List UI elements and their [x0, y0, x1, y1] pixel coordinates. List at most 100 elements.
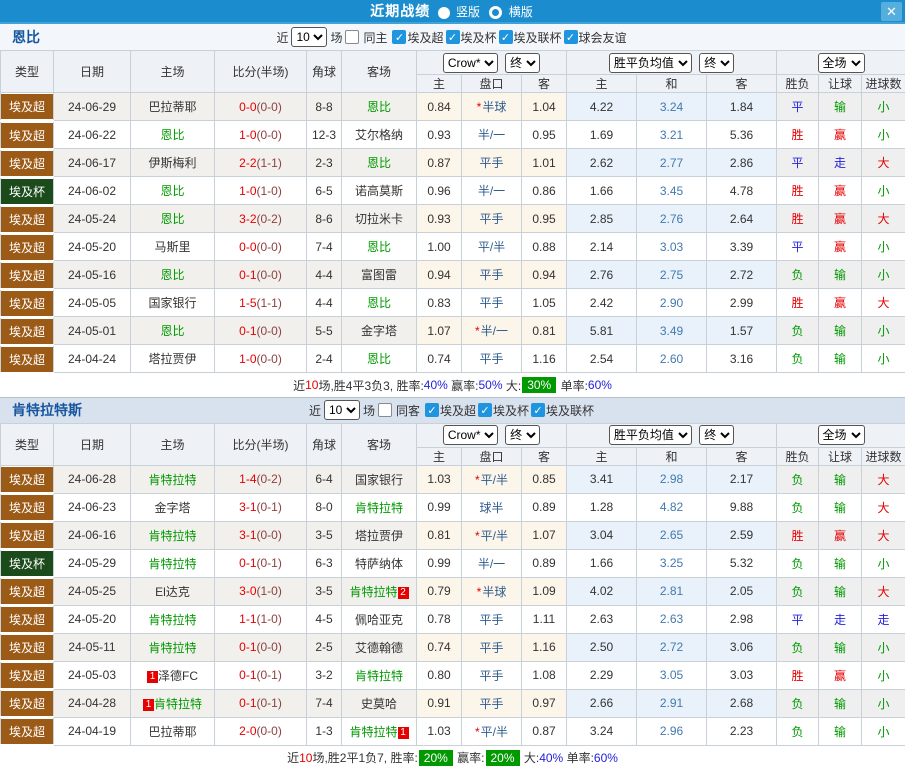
subcol-result-goals: 进球数 [862, 447, 905, 465]
away-team: 肯特拉特 [342, 493, 417, 521]
team-name: 肯特拉特斯 [12, 400, 82, 420]
league-checkbox[interactable]: ✓ [499, 30, 513, 44]
league-checkbox[interactable]: ✓ [564, 30, 578, 44]
scope-select[interactable]: 全场 [818, 425, 865, 445]
avg-home-odds: 1.69 [567, 121, 637, 149]
match-date: 24-05-25 [54, 577, 131, 605]
competition-badge: 埃及超 [1, 263, 53, 288]
rank-badge: 2 [398, 587, 409, 599]
avg-final-select[interactable]: 终 [699, 425, 734, 445]
competition-badge: 埃及超 [1, 579, 53, 604]
match-type: 埃及超 [1, 345, 54, 373]
away-team-name: 恩比 [367, 352, 391, 366]
handicap-text: 平手 [479, 613, 503, 627]
handicap-text: 半/一 [478, 128, 505, 142]
full-score: 1-1 [239, 612, 256, 626]
horizontal-layout-radio[interactable] [489, 6, 502, 19]
handicap: 平手 [462, 689, 522, 717]
subcol-result-goals: 进球数 [862, 75, 905, 93]
games-count-select[interactable]: 10 [291, 27, 327, 47]
competition-badge: 埃及超 [1, 319, 53, 344]
avg-odds-select[interactable]: 胜平负均值 [609, 53, 692, 73]
league-checkbox[interactable]: ✓ [531, 403, 545, 417]
competition-badge: 埃及超 [1, 523, 53, 548]
score: 3-1(0-0) [215, 521, 307, 549]
corners: 2-4 [307, 345, 342, 373]
result-goals: 走 [862, 605, 905, 633]
avg-odds-select[interactable]: 胜平负均值 [609, 425, 692, 445]
summary-part: 单率: [557, 377, 588, 394]
summary-part: 场,胜4平3负3, 胜率: [318, 377, 423, 394]
match-date: 24-05-29 [54, 549, 131, 577]
away-team: 恩比 [342, 289, 417, 317]
match-date: 24-05-16 [54, 261, 131, 289]
handicap-text: 半/一 [478, 557, 505, 571]
summary-part: 场,胜2平1负7, 胜率: [312, 749, 417, 766]
col-header-home: 主场 [131, 423, 215, 465]
away-team-name: 切拉米卡 [355, 212, 403, 226]
away-team: 切拉米卡 [342, 205, 417, 233]
avg-home-odds: 4.02 [567, 577, 637, 605]
odds-final-select[interactable]: 终 [505, 53, 540, 73]
match-row: 埃及超24-05-031泽德FC0-1(0-1)3-2肯特拉特0.80平手1.0… [1, 661, 905, 689]
col-header-score: 比分(半场) [215, 423, 307, 465]
corners: 8-0 [307, 493, 342, 521]
same-venue-checkbox[interactable] [345, 30, 359, 44]
subcol-odds-home: 主 [417, 75, 462, 93]
full-score: 1-0 [239, 128, 256, 142]
away-team: 金字塔 [342, 317, 417, 345]
half-score: (1-0) [257, 612, 282, 626]
odds-company-select[interactable]: Crow* [443, 425, 498, 445]
avg-home-odds: 2.42 [567, 289, 637, 317]
competition-badge: 埃及超 [1, 347, 53, 372]
league-checkbox[interactable]: ✓ [478, 403, 492, 417]
league-checkbox[interactable]: ✓ [446, 30, 460, 44]
corners: 6-4 [307, 465, 342, 493]
full-score: 1-0 [239, 184, 256, 198]
away-team: 国家银行 [342, 465, 417, 493]
handicap: 半/一 [462, 121, 522, 149]
subcol-handicap: 盘口 [462, 447, 522, 465]
home-team-name: 塔拉贾伊 [148, 352, 196, 366]
vertical-layout-label[interactable]: 竖版 [456, 5, 480, 19]
result-handicap: 输 [819, 493, 862, 521]
handicap-changed-marker: * [477, 100, 482, 114]
result-goals: 小 [862, 633, 905, 661]
same-venue-checkbox[interactable] [378, 403, 392, 417]
subcol-avg-home: 主 [567, 75, 637, 93]
away-odds: 0.95 [522, 205, 567, 233]
away-team-name: 艾尔格纳 [355, 128, 403, 142]
league-checkbox[interactable]: ✓ [392, 30, 406, 44]
odds-company-select[interactable]: Crow* [443, 53, 498, 73]
result-wdl: 平 [777, 93, 819, 121]
match-type: 埃及超 [1, 605, 54, 633]
avg-home-odds: 1.66 [567, 549, 637, 577]
result-goals: 大 [862, 577, 905, 605]
away-odds: 1.05 [522, 289, 567, 317]
result-goals: 小 [862, 177, 905, 205]
avg-home-odds: 1.28 [567, 493, 637, 521]
home-team-name: 肯特拉特 [148, 557, 196, 571]
close-icon[interactable]: ✕ [881, 2, 902, 21]
home-team: 巴拉蒂耶 [131, 717, 215, 745]
handicap-text: 平/半 [481, 725, 508, 739]
away-team: 肯特拉特1 [342, 717, 417, 745]
games-count-select[interactable]: 10 [324, 400, 360, 420]
handicap-text: 平手 [479, 352, 503, 366]
league-checkbox[interactable]: ✓ [425, 403, 439, 417]
handicap: 平手 [462, 633, 522, 661]
half-score: (1-1) [257, 156, 282, 170]
summary-part: 60% [588, 378, 612, 392]
home-odds: 1.00 [417, 233, 462, 261]
vertical-layout-radio[interactable] [438, 7, 450, 19]
full-score: 1-4 [239, 472, 256, 486]
avg-final-select[interactable]: 终 [699, 53, 734, 73]
horizontal-layout-label[interactable]: 横版 [509, 5, 533, 19]
avg-home-odds: 3.41 [567, 465, 637, 493]
away-team-name: 恩比 [367, 156, 391, 170]
odds-final-select[interactable]: 终 [505, 425, 540, 445]
avg-home-odds: 2.14 [567, 233, 637, 261]
scope-select[interactable]: 全场 [818, 53, 865, 73]
avg-home-odds: 2.85 [567, 205, 637, 233]
competition-badge: 埃及超 [1, 207, 53, 232]
